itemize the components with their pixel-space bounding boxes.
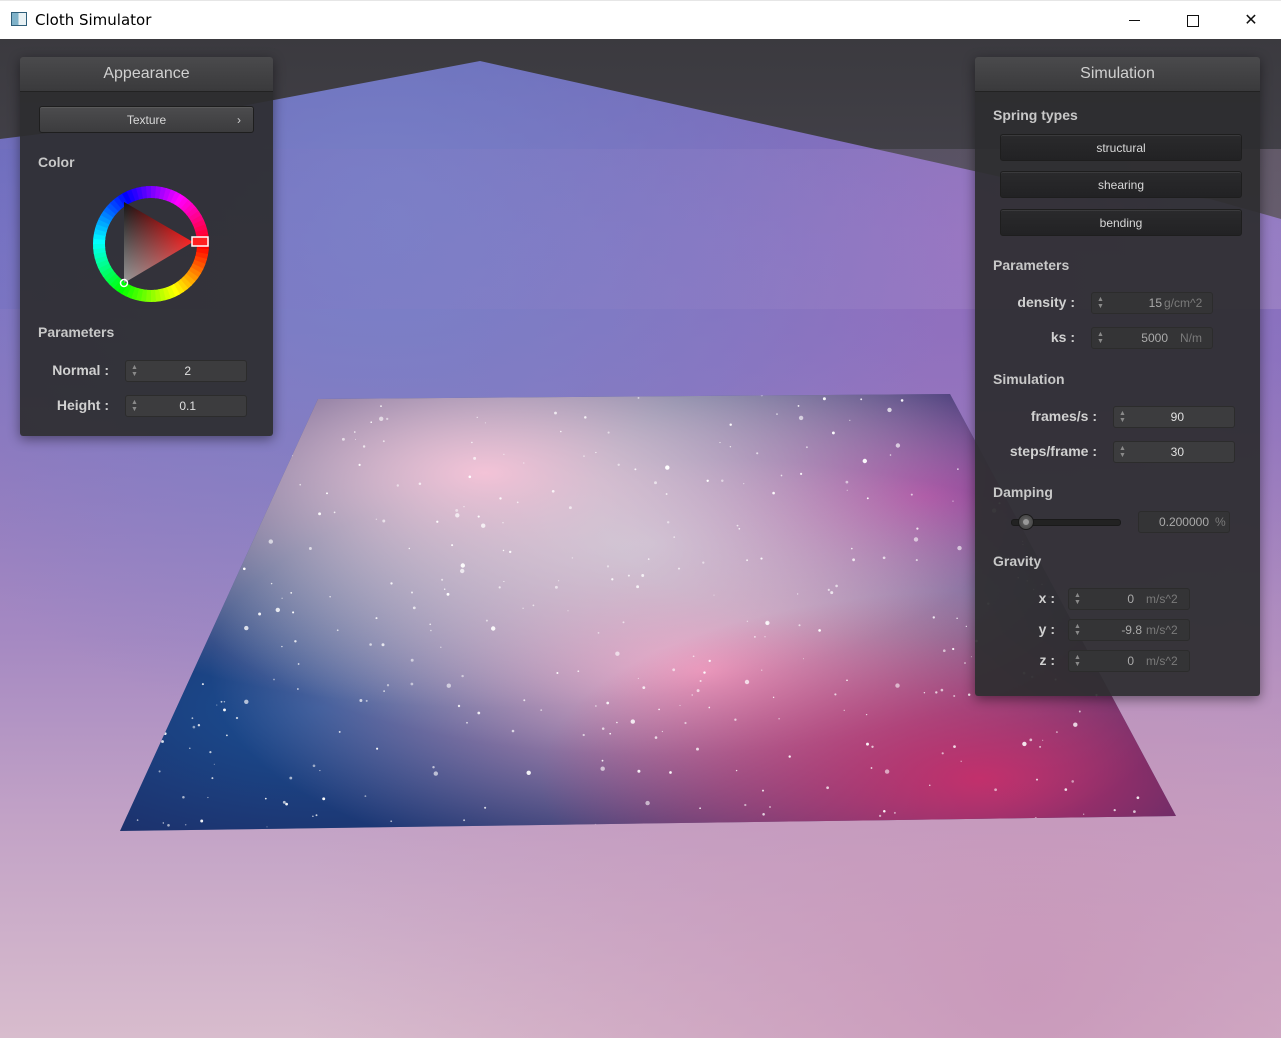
ks-unit: N/m bbox=[1180, 331, 1202, 345]
gravity-x-input[interactable]: ▲ ▼ 0 m/s^2 bbox=[1068, 588, 1190, 610]
height-input[interactable]: ▲ ▼ 0.1 bbox=[125, 395, 247, 417]
steps-label: steps/frame : bbox=[1009, 443, 1097, 459]
maximize-icon bbox=[1187, 15, 1199, 27]
appearance-panel-title[interactable]: Appearance bbox=[20, 57, 273, 92]
ks-input[interactable]: ▲ ▼ 5000 N/m bbox=[1091, 327, 1213, 349]
spinner-arrows-icon[interactable]: ▲ ▼ bbox=[131, 364, 138, 378]
density-unit: g/cm^2 bbox=[1164, 296, 1203, 310]
fps-label: frames/s : bbox=[1030, 408, 1097, 424]
shader-select-label: Texture bbox=[126, 113, 167, 127]
gravity-z-unit: m/s^2 bbox=[1146, 654, 1178, 668]
maximize-button[interactable] bbox=[1163, 1, 1221, 40]
simulation-panel-title[interactable]: Simulation bbox=[975, 57, 1260, 92]
minimize-icon bbox=[1129, 20, 1140, 21]
damping-unit: % bbox=[1215, 515, 1226, 529]
spinner-arrows-icon[interactable]: ▲ ▼ bbox=[1097, 296, 1104, 310]
density-input[interactable]: ▲ ▼ 15 g/cm^2 bbox=[1091, 292, 1213, 314]
spinner-arrows-icon[interactable]: ▲ ▼ bbox=[1119, 410, 1126, 424]
steps-value: 30 bbox=[1170, 445, 1184, 459]
normal-input[interactable]: ▲ ▼ 2 bbox=[125, 360, 247, 382]
simulation-parameters-label: Parameters bbox=[993, 257, 1070, 273]
shearing-toggle-button[interactable]: shearing bbox=[1000, 171, 1242, 198]
simulation-panel: Simulation Spring types structural shear… bbox=[975, 57, 1260, 696]
gravity-y-unit: m/s^2 bbox=[1146, 623, 1178, 637]
normal-label: Normal : bbox=[52, 362, 109, 378]
appearance-parameters-label: Parameters bbox=[38, 324, 115, 340]
spinner-arrows-icon[interactable]: ▲ ▼ bbox=[1097, 331, 1104, 345]
gravity-x-unit: m/s^2 bbox=[1146, 592, 1178, 606]
gravity-y-input[interactable]: ▲ ▼ -9.8 m/s^2 bbox=[1068, 619, 1190, 641]
bending-toggle-button[interactable]: bending bbox=[1000, 209, 1242, 236]
hue-handle bbox=[191, 236, 209, 247]
normal-value: 2 bbox=[184, 364, 191, 378]
gravity-label: Gravity bbox=[993, 553, 1042, 569]
spinner-arrows-icon[interactable]: ▲ ▼ bbox=[1074, 623, 1081, 637]
structural-toggle-button[interactable]: structural bbox=[1000, 134, 1242, 161]
spinner-arrows-icon[interactable]: ▲ ▼ bbox=[1119, 445, 1126, 459]
fps-value: 90 bbox=[1170, 410, 1184, 424]
spinner-arrows-icon[interactable]: ▲ ▼ bbox=[1074, 654, 1081, 668]
close-icon: ✕ bbox=[1244, 12, 1258, 29]
shearing-label: shearing bbox=[1097, 178, 1145, 192]
gravity-x-label: x : bbox=[1038, 590, 1055, 606]
density-label: density : bbox=[1017, 294, 1075, 310]
shader-select-button[interactable]: Texture › bbox=[39, 106, 254, 133]
gravity-y-label: y : bbox=[1038, 621, 1055, 637]
damping-input[interactable]: 0.200000 % bbox=[1138, 511, 1230, 533]
window-title: Cloth Simulator bbox=[35, 11, 152, 29]
spinner-arrows-icon[interactable]: ▲ ▼ bbox=[131, 399, 138, 413]
appearance-panel: Appearance Texture › Color Parameters No… bbox=[20, 57, 273, 436]
structural-label: structural bbox=[1096, 141, 1146, 155]
density-value: 15 bbox=[1148, 296, 1162, 310]
gravity-x-value: 0 bbox=[1127, 592, 1134, 606]
window-titlebar: Cloth Simulator ✕ bbox=[0, 0, 1281, 39]
fps-input[interactable]: ▲ ▼ 90 bbox=[1113, 406, 1235, 428]
spring-types-label: Spring types bbox=[993, 107, 1078, 123]
height-label: Height : bbox=[56, 397, 109, 413]
height-value: 0.1 bbox=[179, 399, 196, 413]
gravity-z-input[interactable]: ▲ ▼ 0 m/s^2 bbox=[1068, 650, 1190, 672]
bending-label: bending bbox=[1099, 216, 1143, 230]
gravity-z-value: 0 bbox=[1127, 654, 1134, 668]
damping-label: Damping bbox=[993, 484, 1053, 500]
damping-slider-handle[interactable] bbox=[1017, 514, 1034, 530]
chevron-right-icon: › bbox=[237, 113, 241, 127]
close-button[interactable]: ✕ bbox=[1222, 1, 1280, 40]
steps-input[interactable]: ▲ ▼ 30 bbox=[1113, 441, 1235, 463]
simulation-section-label: Simulation bbox=[993, 371, 1065, 387]
ks-label: ks : bbox=[1050, 329, 1075, 345]
gravity-y-value: -9.8 bbox=[1121, 623, 1142, 637]
color-section-label: Color bbox=[38, 154, 75, 170]
ks-value: 5000 bbox=[1141, 331, 1168, 345]
color-wheel[interactable] bbox=[91, 184, 211, 304]
damping-value: 0.200000 bbox=[1158, 515, 1209, 529]
gravity-z-label: z : bbox=[1039, 652, 1055, 668]
minimize-button[interactable] bbox=[1105, 1, 1163, 40]
spinner-arrows-icon[interactable]: ▲ ▼ bbox=[1074, 592, 1081, 606]
app-icon bbox=[11, 12, 27, 26]
